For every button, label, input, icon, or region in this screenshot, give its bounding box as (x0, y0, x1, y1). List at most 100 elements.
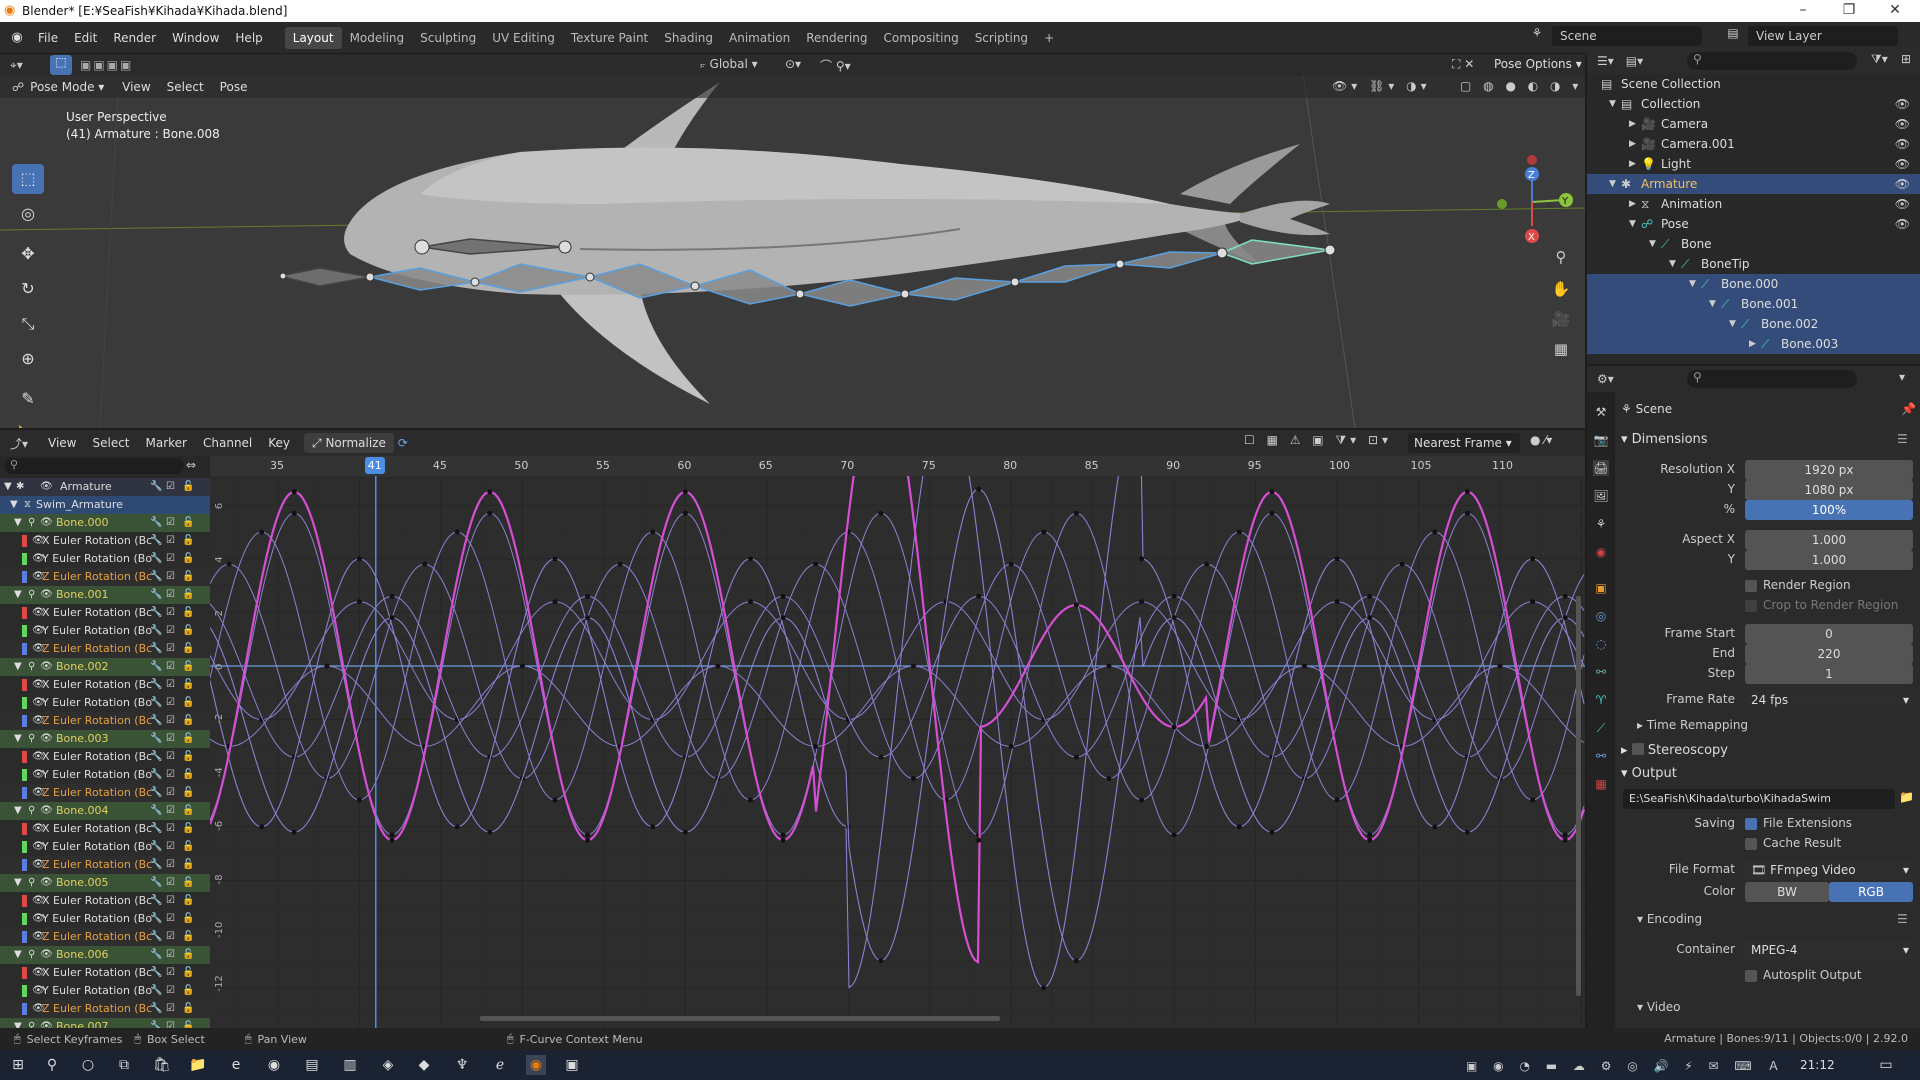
lock-icon[interactable]: 🔓 (182, 766, 194, 784)
keyframe-point[interactable] (1008, 743, 1014, 749)
channel-group-row[interactable]: ▼ ⚲ 👁 Bone.000 🔧 ☑ 🔓 (0, 514, 210, 532)
explorer-icon[interactable]: 📁 (188, 1055, 208, 1075)
visibility-eye-icon[interactable]: 👁 (40, 802, 53, 820)
modifier-wrench-icon[interactable]: 🔧 (150, 964, 162, 982)
visibility-eye-icon[interactable]: 👁 (1895, 174, 1910, 194)
keyframe-point[interactable] (943, 599, 949, 605)
lock-icon[interactable]: 🔓 (182, 856, 194, 874)
modifier-wrench-icon[interactable]: 🔧 (150, 622, 162, 640)
keyframe-point[interactable] (519, 663, 525, 669)
lock-icon[interactable]: 🔓 (182, 622, 194, 640)
stereoscopy-panel-header[interactable]: ▸ Stereoscopy (1621, 742, 1728, 758)
modifier-wrench-icon[interactable]: 🔧 (150, 712, 162, 730)
folder-icon[interactable]: 📁 (1899, 790, 1914, 804)
keyframe-point[interactable] (291, 829, 297, 835)
mute-checkbox-icon[interactable]: ☑ (166, 532, 175, 550)
pivot-icon[interactable]: ⊙▾ (785, 57, 801, 71)
transform-tool[interactable]: ⊕ (12, 344, 44, 374)
properties-type-icon[interactable]: ⚙▾ (1597, 372, 1614, 386)
system-tray-icons[interactable]: ▣ ◉ ◔ ▬ ☁ ⚙ ◎ 🔊 ⚡ ✉ ⌨ Ａ (1466, 1057, 1786, 1074)
mute-checkbox-icon[interactable]: ☑ (166, 478, 175, 496)
keyframe-point[interactable] (422, 561, 428, 567)
channel-fcurve-row[interactable]: 👁 Y Euler Rotation (Bo 🔧 ☑ 🔓 (0, 982, 210, 1000)
channel-fcurve-row[interactable]: 👁 Z Euler Rotation (Bc 🔧 ☑ 🔓 (0, 1000, 210, 1018)
expand-arrow-icon[interactable]: ▼ (10, 496, 18, 514)
mute-checkbox-icon[interactable]: ☑ (166, 910, 175, 928)
time-remapping-header[interactable]: ▸ Time Remapping (1637, 718, 1748, 732)
constraint-tab-icon[interactable]: ⚯ (1593, 664, 1609, 680)
camera-view-icon[interactable]: 🎥 (1548, 306, 1574, 332)
modifier-wrench-icon[interactable]: 🔧 (150, 820, 162, 838)
expand-arrow-icon[interactable]: ▼ (1669, 254, 1676, 274)
keyframe-point[interactable] (910, 776, 916, 782)
outliner-item[interactable]: ▼ ⟋ Bone.002 (1587, 314, 1920, 334)
tab-rendering[interactable]: Rendering (798, 27, 875, 49)
cortana-icon[interactable]: ○ (78, 1055, 98, 1075)
channel-fcurve-row[interactable]: 👁 X Euler Rotation (Bc 🔧 ☑ 🔓 (0, 676, 210, 694)
ie-icon[interactable]: ℯ (490, 1055, 510, 1075)
keyframe-point[interactable] (748, 599, 754, 605)
keyframe-point[interactable] (976, 837, 982, 843)
visibility-eye-icon[interactable]: 👁 (40, 874, 53, 892)
modifier-wrench-icon[interactable]: 🔧 (150, 982, 162, 1000)
lock-icon[interactable]: 🔓 (182, 532, 194, 550)
channel-group-row[interactable]: ▼ ⚲ 👁 Bone.005 🔧 ☑ 🔓 (0, 874, 210, 892)
pin-icon[interactable]: 📌 (1901, 402, 1916, 416)
keyframe-point[interactable] (1236, 529, 1242, 535)
resolution-x-field[interactable]: 1920 px (1745, 460, 1913, 480)
lock-icon[interactable]: 🔓 (182, 514, 194, 532)
tab-uv-editing[interactable]: UV Editing (484, 27, 563, 49)
bone-constraint-tab-icon[interactable]: ⚯ (1593, 748, 1609, 764)
keyframe-point[interactable] (1171, 615, 1177, 621)
store-icon[interactable]: 🛍 (152, 1055, 172, 1075)
frame-rate-dropdown[interactable]: 24 fps ▾ (1745, 690, 1913, 710)
lock-icon[interactable]: 🔓 (182, 604, 194, 622)
keyframe-point[interactable] (389, 837, 395, 843)
keyframe-point[interactable] (1171, 724, 1177, 730)
expand-arrow-icon[interactable]: ▼ (14, 802, 22, 820)
search-icon[interactable]: ⚲ (42, 1055, 62, 1075)
keyframe-point[interactable] (585, 832, 591, 838)
expand-arrow-icon[interactable]: ▼ (1729, 314, 1736, 334)
viewport-menu-view[interactable]: View (114, 76, 158, 98)
channel-fcurve-row[interactable]: 👁 Z Euler Rotation (Bc 🔧 ☑ 🔓 (0, 928, 210, 946)
visibility-eye-icon[interactable]: 👁 (1895, 134, 1910, 154)
tab-texture-paint[interactable]: Texture Paint (563, 27, 656, 49)
keyframe-point[interactable] (1530, 556, 1536, 562)
keyframe-point[interactable] (682, 510, 688, 516)
modifier-wrench-icon[interactable]: 🔧 (150, 532, 162, 550)
keyframe-point[interactable] (585, 593, 591, 599)
keyframe-point[interactable] (682, 489, 688, 495)
modifier-wrench-icon[interactable]: 🔧 (150, 1000, 162, 1018)
keyframe-point[interactable] (878, 754, 884, 760)
keyframe-point[interactable] (780, 837, 786, 843)
modifier-wrench-icon[interactable]: 🔧 (150, 514, 162, 532)
bone-tab-icon[interactable]: ⟋ (1593, 720, 1609, 736)
lock-icon[interactable]: 🔓 (182, 640, 194, 658)
editor-type-icon[interactable]: ⌖▾ (10, 58, 34, 73)
lock-icon[interactable]: 🔓 (182, 694, 194, 712)
mute-checkbox-icon[interactable]: ☑ (166, 766, 175, 784)
normalize-refresh-icon[interactable]: ⟳ (398, 436, 408, 450)
channel-action-row[interactable]: ▼ ⧖ Swim_Armature (0, 496, 210, 514)
menu-render[interactable]: Render (105, 27, 164, 49)
lock-icon[interactable]: 🔓 (182, 820, 194, 838)
close-icon[interactable]: ✕ (1872, 0, 1918, 22)
keyframe-point[interactable] (1041, 529, 1047, 535)
menu-window[interactable]: Window (164, 27, 227, 49)
keyframe-point[interactable] (1562, 615, 1568, 621)
keyframe-point[interactable] (1432, 529, 1438, 535)
lock-icon[interactable]: 🔓 (182, 784, 194, 802)
properties-search-input[interactable]: ⚲ (1687, 370, 1857, 388)
aspect-x-field[interactable]: 1.000 (1745, 530, 1913, 550)
tab-compositing[interactable]: Compositing (875, 27, 966, 49)
modifier-wrench-icon[interactable]: 🔧 (150, 1018, 162, 1028)
keyframe-point[interactable] (1367, 837, 1373, 843)
lock-icon[interactable]: 🔓 (182, 964, 194, 982)
visibility-eye-icon[interactable]: 👁 (40, 478, 53, 496)
keyframe-point[interactable] (1367, 832, 1373, 838)
frame-ruler[interactable]: 35 45 50 55 60 65 70 75 80 85 90 95 100 105 110 41 (210, 456, 1585, 476)
texture-tab-icon[interactable]: ▦ (1593, 776, 1609, 792)
outliner-item[interactable]: ▶ ⟋ Bone.003 (1587, 334, 1920, 354)
3d-viewport[interactable]: ⬚ ◎ ✥ ↻ ⤡ ⊕ ✎ 📐 User Perspective (41) Ar… (0, 54, 1585, 428)
